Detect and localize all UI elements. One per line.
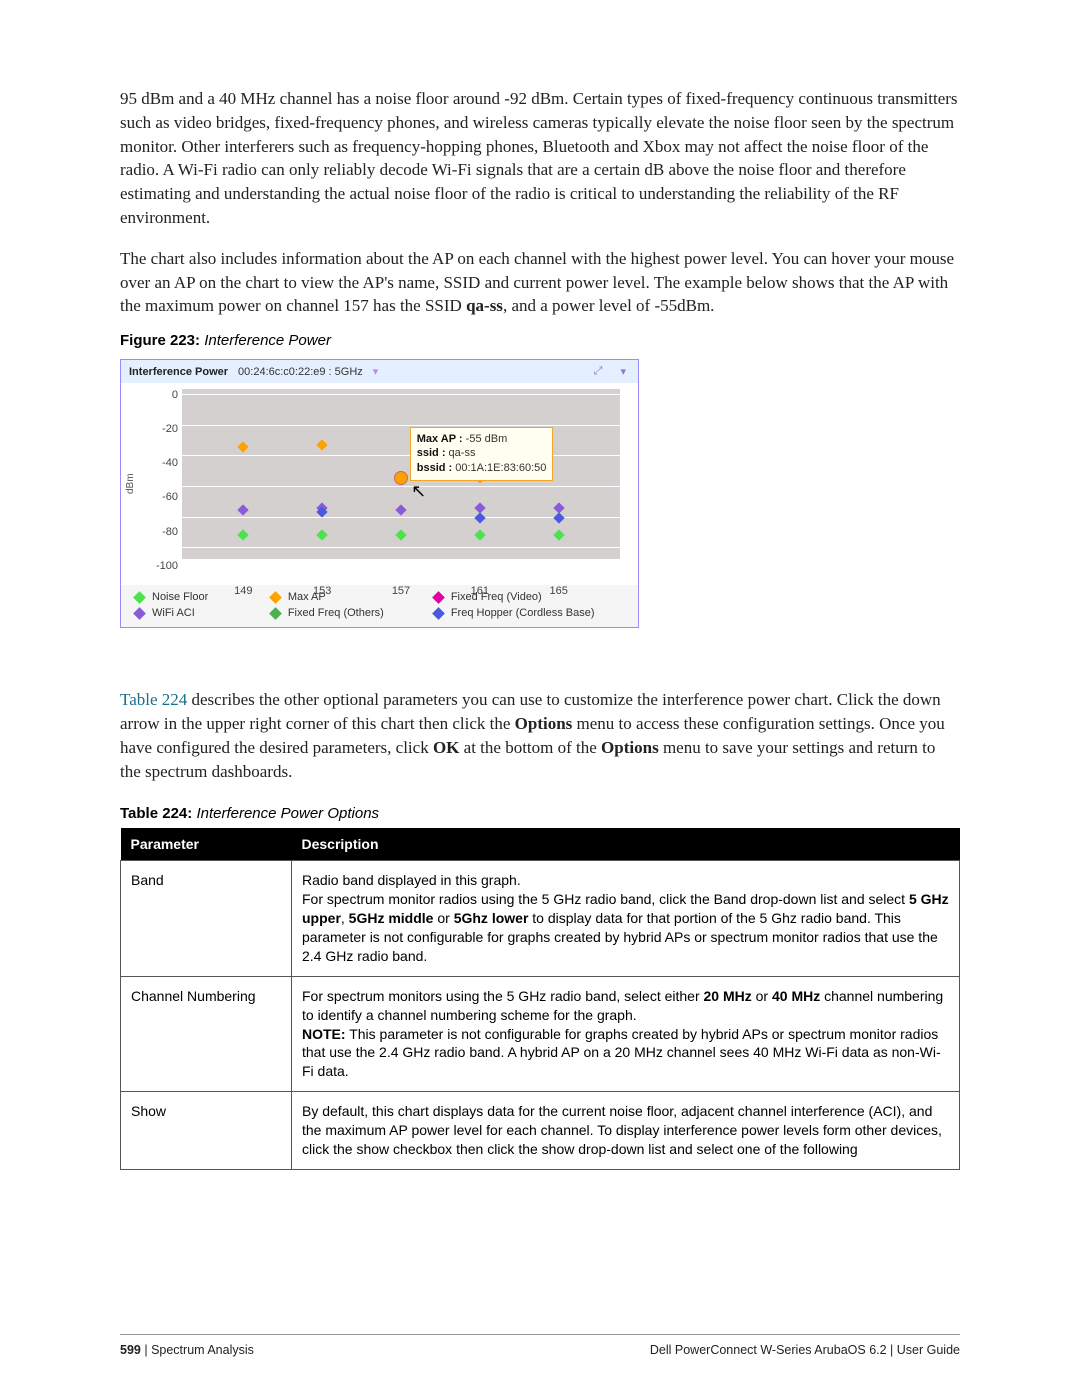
legend-label: Fixed Freq (Others) [288,607,384,619]
y-tick: -40 [142,457,178,469]
tooltip-label: bssid : [417,462,452,474]
tooltip-label: ssid : [417,447,446,459]
chart-title-text: Interference Power [129,366,228,378]
bold-term: 5Ghz lower [454,910,529,926]
cursor-icon: ↖ [411,481,426,502]
bold-term: 40 MHz [772,988,820,1004]
tooltip-value: 00:1A:1E:83:60:50 [452,462,546,474]
point-max-ap-highlight [394,471,408,485]
text: | [141,1343,151,1357]
x-tick: 149 [218,585,268,597]
figure-caption: Figure 223: Interference Power [120,332,960,349]
body-paragraph: The chart also includes information abou… [120,247,960,318]
text: , and a power level of -55dBm. [503,296,715,315]
table-header-row: Parameter Description [121,828,960,861]
point-noise [395,530,406,541]
body-paragraph: Table 224 describes the other optional p… [120,688,960,783]
point-noise [238,530,249,541]
options-table: Parameter Description Band Radio band di… [120,828,960,1170]
y-tick: -60 [142,491,178,503]
section-name: Spectrum Analysis [151,1343,254,1357]
bold-term: 5GHz middle [349,910,434,926]
text: This parameter is not configurable for g… [302,1026,941,1080]
footer-right: Dell PowerConnect W-Series ArubaOS 6.2 |… [650,1343,960,1357]
point-wifi-aci [238,504,249,515]
scatter-plot-area[interactable]: 0 -20 -40 -60 -80 -100 [142,389,628,579]
plot-grid: Max AP : -55 dBm ssid : qa-ss bssid : 00… [182,389,620,559]
legend-item: Fixed Freq (Others) [271,607,434,619]
ui-term: Options [601,738,659,757]
page-footer: 599 | Spectrum Analysis Dell PowerConnec… [120,1334,960,1357]
page-number: 599 [120,1343,141,1357]
point-noise [316,530,327,541]
table-link[interactable]: Table 224 [120,690,187,709]
y-axis-label: dBm [125,389,136,579]
footer-left: 599 | Spectrum Analysis [120,1343,254,1357]
menu-down-icon[interactable]: ▾ [616,365,630,378]
table-row: Band Radio band displayed in this graph.… [121,861,960,976]
table-label: Table 224: [120,805,192,822]
point-freq-hopper [553,513,564,524]
x-tick: 165 [534,585,584,597]
table-caption: Table 224: Interference Power Options [120,805,960,822]
ssid-name: qa-ss [466,296,503,315]
table-row: Channel Numbering For spectrum monitors … [121,976,960,1091]
desc-cell: Radio band displayed in this graph. For … [292,861,960,976]
desc-cell: By default, this chart displays data for… [292,1092,960,1170]
text: or [433,910,453,926]
point-noise [474,530,485,541]
figure-label: Figure 223: [120,332,200,349]
chart-tooltip: Max AP : -55 dBm ssid : qa-ss bssid : 00… [410,427,554,482]
interference-power-chart: Interference Power 00:24:6c:c0:22:e9 : 5… [120,359,639,628]
text: For spectrum monitors using the 5 GHz ra… [302,988,704,1004]
point-max-ap [238,441,249,452]
col-parameter: Parameter [121,828,292,861]
figure-title: Interference Power [204,332,331,349]
table-row: Show By default, this chart displays dat… [121,1092,960,1170]
tooltip-label: Max AP : [417,433,463,445]
bold-term: 20 MHz [704,988,752,1004]
x-tick: 161 [455,585,505,597]
y-tick: 0 [142,389,178,401]
point-max-ap [316,440,327,451]
y-tick: -100 [142,560,178,572]
tooltip-value: -55 dBm [463,433,508,445]
legend-label: Noise Floor [152,591,208,603]
text: , [341,910,349,926]
tooltip-value: qa-ss [445,447,475,459]
note-label: NOTE: [302,1026,346,1042]
chart-titlebar: Interference Power 00:24:6c:c0:22:e9 : 5… [121,360,638,383]
param-cell: Band [121,861,292,976]
legend-item: WiFi ACI [135,607,271,619]
param-cell: Channel Numbering [121,976,292,1091]
expand-icon[interactable]: ⤢ [590,365,607,378]
y-tick: -80 [142,526,178,538]
legend-label: Freq Hopper (Cordless Base) [451,607,595,619]
y-tick: -20 [142,423,178,435]
legend-item: Freq Hopper (Cordless Base) [434,607,624,619]
desc-cell: For spectrum monitors using the 5 GHz ra… [292,976,960,1091]
ui-term: OK [433,738,459,757]
point-freq-hopper [474,513,485,524]
param-cell: Show [121,1092,292,1170]
ui-term: Options [515,714,573,733]
text: at the bottom of the [459,738,601,757]
text: or [752,988,772,1004]
col-description: Description [292,828,960,861]
chevron-down-icon[interactable]: ▾ [373,365,379,378]
point-wifi-aci [395,504,406,515]
table-title: Interference Power Options [196,805,379,822]
legend-label: WiFi ACI [152,607,195,619]
x-tick: 157 [376,585,426,597]
point-noise [553,530,564,541]
chart-subtitle: 00:24:6c:c0:22:e9 : 5GHz [238,366,363,378]
text: Radio band displayed in this graph. For … [302,872,909,907]
body-paragraph: 95 dBm and a 40 MHz channel has a noise … [120,87,960,230]
x-tick: 153 [297,585,347,597]
